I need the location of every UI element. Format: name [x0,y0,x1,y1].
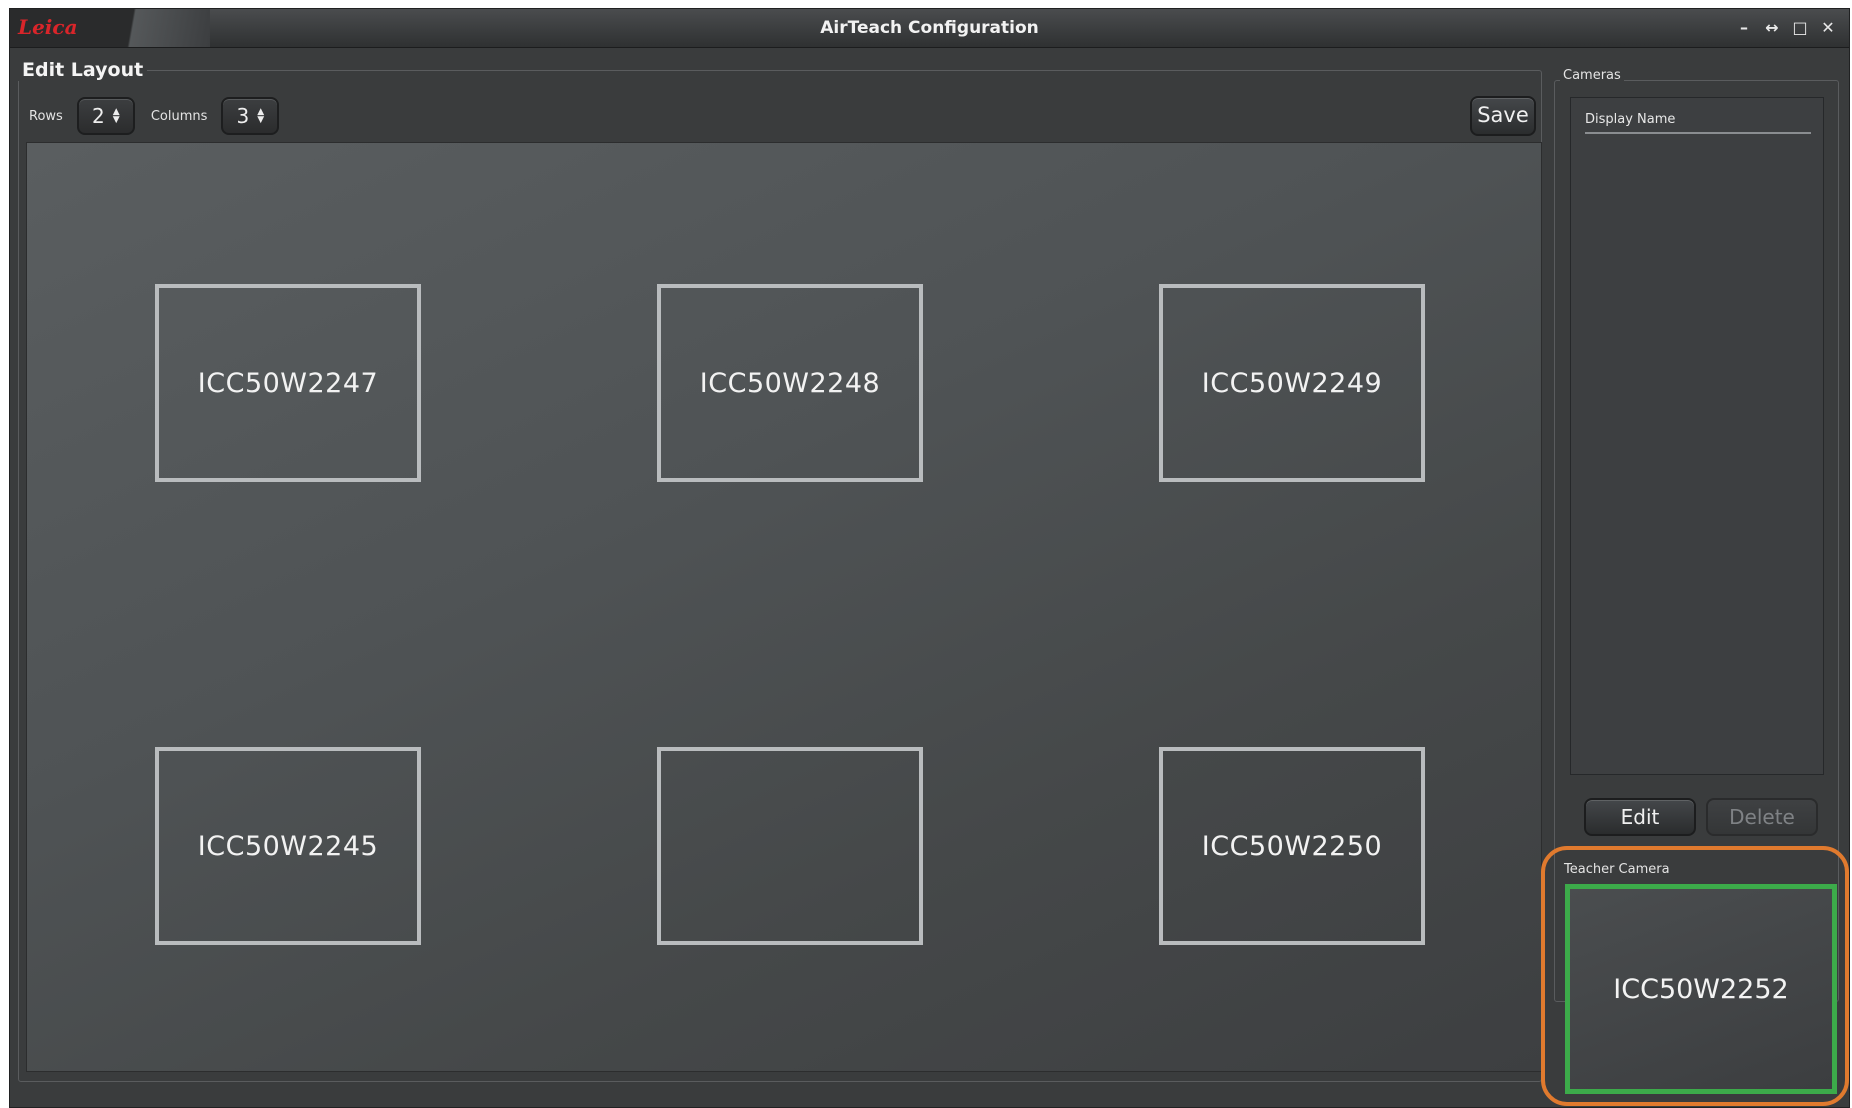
layout-toolbar: Rows 2 ▲ ▼ Columns 3 ▲ ▼ [29,96,280,136]
columns-stepper[interactable]: 3 ▲ ▼ [221,97,280,135]
camera-tile[interactable]: ICC50W2250 [1159,747,1425,945]
restore-icon[interactable]: ↔ [1761,17,1783,39]
delete-button[interactable]: Delete [1706,798,1818,836]
maximize-icon[interactable]: □ [1789,17,1811,39]
minimize-icon[interactable]: – [1733,17,1755,39]
camera-tile-empty[interactable] [657,747,923,945]
display-name-column-header[interactable]: Display Name [1585,108,1811,134]
camera-list[interactable]: Display Name [1570,97,1824,775]
rows-label: Rows [29,108,63,124]
spin-arrows-icon[interactable]: ▲ ▼ [257,108,264,125]
camera-tile[interactable]: ICC50W2249 [1159,284,1425,482]
rows-value: 2 [91,104,105,128]
columns-label: Columns [150,108,208,124]
edit-button[interactable]: Edit [1584,798,1696,836]
window-controls: – ↔ □ ✕ [1733,17,1839,39]
edit-layout-label: Edit Layout [18,59,148,81]
title-bar: Leica AirTeach Configuration – ↔ □ ✕ [10,9,1849,48]
cameras-label: Cameras [1560,68,1624,83]
layout-canvas: ICC50W2247 ICC50W2248 ICC50W2249 ICC50W2… [26,142,1542,1072]
camera-tile[interactable]: ICC50W2247 [155,284,421,482]
camera-tile[interactable]: ICC50W2245 [155,747,421,945]
camera-tile[interactable]: ICC50W2248 [657,284,923,482]
highlight-annotation [1541,846,1849,1106]
window-title: AirTeach Configuration [820,18,1039,38]
columns-value: 3 [236,104,250,128]
save-button[interactable]: Save [1470,96,1536,136]
rows-stepper[interactable]: 2 ▲ ▼ [76,97,135,135]
close-icon[interactable]: ✕ [1817,17,1839,39]
spin-arrows-icon[interactable]: ▲ ▼ [113,108,120,125]
